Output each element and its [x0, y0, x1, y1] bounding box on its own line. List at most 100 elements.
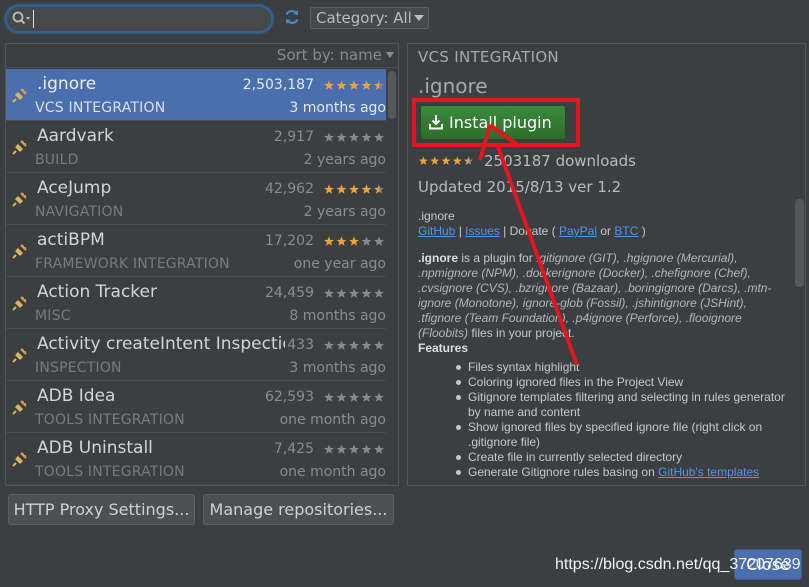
category-dropdown[interactable]: Category: All — [310, 7, 429, 29]
plugin-icon — [12, 348, 27, 363]
star-icon — [336, 340, 347, 350]
description-bold: .ignore — [418, 251, 459, 265]
list-item[interactable]: ADB Uninstall TOOLS INTEGRATION 7,425 on… — [6, 433, 386, 485]
plugin-name: Action Tracker — [37, 282, 157, 302]
plugin-name: .ignore — [37, 74, 97, 94]
search-box[interactable] — [5, 5, 273, 33]
plugin-name: Activity createIntent Inspection — [37, 334, 285, 354]
star-icon — [361, 184, 372, 194]
list-scrollbar[interactable] — [386, 69, 398, 485]
detail-category: VCS INTEGRATION — [418, 48, 559, 66]
star-icon — [430, 156, 440, 165]
github-link[interactable]: GitHub — [418, 224, 455, 238]
plugin-list-panel: Sort by: name .ignore VCS INTEGRATION 2,… — [5, 43, 399, 486]
donate-prefix: | Donate ( — [499, 224, 559, 238]
star-icon — [374, 392, 384, 402]
btc-link[interactable]: BTC — [614, 224, 638, 238]
list-item[interactable]: AceJump NAVIGATION 42,962 2 years ago — [6, 173, 386, 225]
manage-repositories-button[interactable]: Manage repositories... — [203, 494, 394, 525]
rating-stars-icon — [324, 444, 384, 454]
search-icon[interactable] — [11, 10, 33, 28]
description-text: is a plugin for — [458, 251, 537, 265]
sort-label: Sort by: name — [276, 46, 382, 64]
search-input[interactable] — [33, 10, 263, 28]
issues-link[interactable]: Issues — [465, 224, 500, 238]
plugin-download-count: 2,503,187 — [242, 77, 314, 93]
rating-stars-icon — [324, 132, 384, 142]
star-icon — [349, 184, 359, 194]
http-proxy-settings-button[interactable]: HTTP Proxy Settings... — [8, 494, 195, 525]
star-icon — [336, 80, 347, 90]
star-icon — [324, 444, 334, 454]
plugin-date: 3 months ago — [289, 360, 386, 376]
paypal-link[interactable]: PayPal — [559, 224, 597, 238]
plugin-detail-panel: VCS INTEGRATION .ignore Install plugin 2… — [407, 43, 806, 486]
star-icon — [374, 236, 384, 246]
plugin-date: 3 months ago — [289, 100, 386, 116]
rating-stars-icon — [324, 80, 384, 90]
star-icon — [374, 132, 384, 142]
rating-stars-icon — [324, 184, 384, 194]
plugin-icon — [12, 140, 27, 155]
links-separator: | — [455, 224, 466, 238]
plugin-download-count: 2,917 — [273, 129, 314, 145]
star-icon — [336, 132, 347, 142]
list-item: Create file in currently selected direct… — [456, 450, 790, 465]
plugin-icon — [12, 400, 27, 415]
list-item: Files syntax highlight — [456, 360, 790, 375]
star-icon — [349, 340, 359, 350]
list-scrollbar-thumb[interactable] — [388, 71, 396, 119]
star-icon — [336, 236, 347, 246]
plugin-category: TOOLS INTEGRATION — [35, 412, 185, 428]
features-list: Files syntax highlight Coloring ignored … — [456, 360, 790, 480]
install-plugin-button[interactable]: Install plugin — [420, 105, 566, 140]
star-icon — [349, 392, 359, 402]
plugin-icon — [12, 244, 27, 259]
refresh-icon[interactable] — [283, 8, 301, 26]
plugin-download-count: 62,593 — [265, 389, 314, 405]
category-dropdown-label: Category: All — [316, 9, 412, 27]
star-icon — [374, 288, 384, 298]
rating-stars-icon — [324, 392, 384, 402]
plugin-icon — [12, 88, 27, 103]
star-icon — [452, 156, 462, 165]
star-icon — [361, 288, 372, 298]
list-item[interactable]: Aardvark BUILD 2,917 2 years ago — [6, 121, 386, 173]
plugin-name: Aardvark — [37, 126, 114, 146]
star-icon — [374, 444, 384, 454]
star-icon — [361, 132, 372, 142]
list-item[interactable]: Action Tracker MISC 24,459 8 months ago — [6, 277, 386, 329]
plugin-category: MISC — [35, 308, 71, 324]
download-count: 2503187 downloads — [484, 152, 636, 170]
or-text: or — [597, 224, 615, 238]
star-icon — [324, 80, 334, 90]
star-icon — [324, 288, 334, 298]
list-item[interactable]: ADB Idea TOOLS INTEGRATION 62,593 one mo… — [6, 381, 386, 433]
plugin-date: 2 years ago — [303, 152, 386, 168]
star-icon — [374, 340, 384, 350]
plugin-icon — [12, 192, 27, 207]
star-icon — [324, 392, 334, 402]
list-item[interactable]: Activity createIntent Inspection INSPECT… — [6, 329, 386, 381]
plugin-name: ADB Uninstall — [37, 438, 153, 458]
list-item: Show ignored files by specified ignore f… — [456, 420, 790, 450]
close-paren: ) — [638, 224, 646, 238]
plugin-date: one year ago — [293, 256, 386, 272]
rating-stars-icon — [324, 288, 384, 298]
sort-dropdown[interactable]: Sort by: name — [6, 44, 398, 68]
plugin-list: .ignore VCS INTEGRATION 2,503,187 3 mont… — [6, 69, 386, 485]
star-icon — [418, 156, 428, 165]
close-button[interactable]: Close — [734, 549, 802, 580]
github-templates-link[interactable]: GitHub's templates — [658, 465, 759, 479]
star-icon — [361, 444, 372, 454]
detail-scrollbar-thumb[interactable] — [795, 199, 804, 287]
list-item[interactable]: .ignore VCS INTEGRATION 2,503,187 3 mont… — [6, 69, 386, 121]
plugin-category: VCS INTEGRATION — [35, 100, 166, 116]
install-plugin-label: Install plugin — [449, 113, 552, 132]
star-icon — [361, 80, 372, 90]
rating-stars-icon — [324, 236, 384, 246]
description-name: .ignore — [418, 209, 455, 223]
plugin-download-count: 17,202 — [265, 233, 314, 249]
star-icon — [361, 340, 372, 350]
list-item[interactable]: actiBPM FRAMEWORK INTEGRATION 17,202 one… — [6, 225, 386, 277]
